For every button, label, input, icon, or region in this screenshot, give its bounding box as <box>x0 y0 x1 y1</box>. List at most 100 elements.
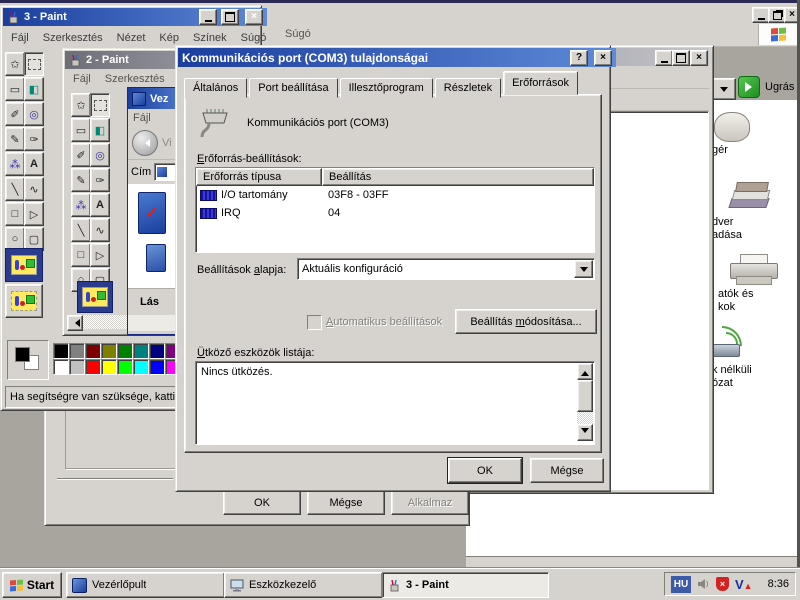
tool-brush[interactable]: ✑ <box>24 127 44 151</box>
tool-freeform-select[interactable]: ✩ <box>5 52 25 76</box>
menu-file[interactable]: Fájl <box>133 112 151 124</box>
maximize-button[interactable] <box>221 9 239 25</box>
cancel-button[interactable]: Mégse <box>307 490 385 515</box>
tool-brush[interactable]: ✑ <box>90 168 110 192</box>
tool-text[interactable]: A <box>24 152 44 176</box>
scrollbar-thumb[interactable] <box>577 380 593 412</box>
menu-file[interactable]: Fájl <box>73 73 91 85</box>
palette-swatch[interactable] <box>117 359 133 375</box>
resource-list[interactable]: Erőforrás típusa Beállítás I/O tartomány… <box>195 167 595 253</box>
scroll-up-button[interactable] <box>577 363 593 380</box>
table-row[interactable]: IRQ 04 <box>196 204 594 222</box>
palette-swatch[interactable] <box>117 343 133 359</box>
tool-eraser[interactable]: ▭ <box>5 77 25 101</box>
tab-altalanos[interactable]: Általános <box>184 78 248 98</box>
tool-curve[interactable]: ∿ <box>24 177 44 201</box>
menu-colors[interactable]: Színek <box>193 32 227 44</box>
tab-eroforrasok[interactable]: Erőforrások <box>503 71 578 95</box>
clock[interactable]: 8:36 <box>768 578 789 590</box>
scrollbar-track[interactable] <box>577 412 593 424</box>
category-icon[interactable]: ✓ <box>138 192 166 234</box>
palette-swatch[interactable] <box>69 359 85 375</box>
tool-option-opaque[interactable] <box>5 248 43 282</box>
tool-pencil[interactable]: ✎ <box>5 127 25 151</box>
tool-polygon[interactable]: ▷ <box>90 243 110 267</box>
column-header-value[interactable]: Beállítás <box>322 168 594 186</box>
palette-swatch[interactable] <box>85 343 101 359</box>
start-button[interactable]: Start <box>2 572 62 598</box>
antivirus-icon[interactable]: V▲ <box>735 577 753 592</box>
scroll-left-button[interactable] <box>67 315 83 331</box>
menu-edit[interactable]: Szerkesztés <box>43 32 103 44</box>
cancel-button[interactable]: Mégse <box>530 458 604 483</box>
palette-swatch[interactable] <box>133 359 149 375</box>
speaker-icon[interactable] <box>697 578 710 590</box>
palette-swatch[interactable] <box>133 343 149 359</box>
palette-swatch[interactable] <box>53 343 69 359</box>
menu-help[interactable]: Súgó <box>241 32 267 44</box>
printer-icon[interactable] <box>730 254 778 285</box>
tool-text[interactable]: A <box>90 193 110 217</box>
tab-reszletek[interactable]: Részletek <box>434 78 502 98</box>
configuration-combobox[interactable]: Aktuális konfiguráció <box>297 258 595 280</box>
modify-setting-button[interactable]: Beállítás módosítása... <box>455 309 597 334</box>
hardware-icon[interactable] <box>728 182 771 210</box>
wireless-label[interactable]: k nélküli ózat <box>712 364 752 390</box>
tool-select[interactable] <box>90 93 110 117</box>
tool-eraser[interactable]: ▭ <box>71 118 91 142</box>
close-icon[interactable]: × <box>594 49 612 66</box>
scroll-down-button[interactable] <box>577 424 593 441</box>
help-button[interactable]: ? <box>570 49 588 66</box>
language-indicator[interactable]: HU <box>671 575 691 593</box>
tool-color-picker[interactable]: ✐ <box>5 102 25 126</box>
tool-airbrush[interactable]: ⁂ <box>5 152 25 176</box>
table-row[interactable]: I/O tartomány 03F8 - 03FF <box>196 186 594 204</box>
security-shield-icon[interactable]: × <box>716 577 729 591</box>
tool-line[interactable]: ╲ <box>5 177 25 201</box>
task-button-paint3[interactable]: 3 - Paint <box>382 572 549 598</box>
tool-option-transparent[interactable] <box>5 284 43 318</box>
dialog-titlebar[interactable]: Kommunikációs port (COM3) tulajdonságai … <box>178 48 616 67</box>
maximize-button[interactable] <box>672 50 690 66</box>
tool-rectangle[interactable]: □ <box>5 202 25 226</box>
tool-fill[interactable]: ◧ <box>24 77 44 101</box>
column-header-type[interactable]: Erőforrás típusa <box>196 168 322 186</box>
tool-select[interactable] <box>24 52 44 76</box>
tool-fill[interactable]: ◧ <box>90 118 110 142</box>
menu-edit[interactable]: Szerkesztés <box>105 73 165 85</box>
mouse-icon[interactable] <box>714 112 750 142</box>
tool-magnifier[interactable]: ◎ <box>24 102 44 126</box>
tool-freeform-select[interactable]: ✩ <box>71 93 91 117</box>
task-button-vezerlopult[interactable]: Vezérlőpult <box>66 572 225 598</box>
vertical-scrollbar[interactable] <box>577 363 593 441</box>
menu-image[interactable]: Kép <box>159 32 179 44</box>
current-colors[interactable] <box>7 340 49 380</box>
minimize-button[interactable] <box>655 50 673 66</box>
conflict-list[interactable]: Nincs ütközés. <box>195 361 595 445</box>
tool-polygon[interactable]: ▷ <box>24 202 44 226</box>
tool-option-opaque[interactable] <box>77 281 113 313</box>
task-button-eszkozkezelo[interactable]: Eszközkezelő <box>224 572 383 598</box>
palette-swatch[interactable] <box>101 343 117 359</box>
menu-help[interactable]: Súgó <box>285 28 311 40</box>
tool-airbrush[interactable]: ⁂ <box>71 193 91 217</box>
palette-swatch[interactable] <box>101 359 117 375</box>
palette-swatch[interactable] <box>149 343 165 359</box>
hardware-label[interactable]: dver adása <box>712 216 742 242</box>
mouse-label[interactable]: gér <box>712 144 728 156</box>
minimize-button[interactable] <box>199 9 217 25</box>
menu-file[interactable]: Fájl <box>11 32 29 44</box>
paint3-titlebar[interactable]: 3 - Paint × <box>3 8 267 26</box>
tool-curve[interactable]: ∿ <box>90 218 110 242</box>
chevron-down-icon[interactable] <box>574 260 593 278</box>
wireless-icon[interactable] <box>708 326 754 358</box>
palette-swatch[interactable] <box>69 343 85 359</box>
category-icon[interactable] <box>146 244 166 272</box>
palette-swatch[interactable] <box>149 359 165 375</box>
palette-swatch[interactable] <box>85 359 101 375</box>
address-dropdown-button[interactable] <box>712 78 736 100</box>
close-icon[interactable]: × <box>690 50 708 66</box>
go-button[interactable]: Ugrás <box>738 76 798 98</box>
tool-color-picker[interactable]: ✐ <box>71 143 91 167</box>
tool-rectangle[interactable]: □ <box>71 243 91 267</box>
